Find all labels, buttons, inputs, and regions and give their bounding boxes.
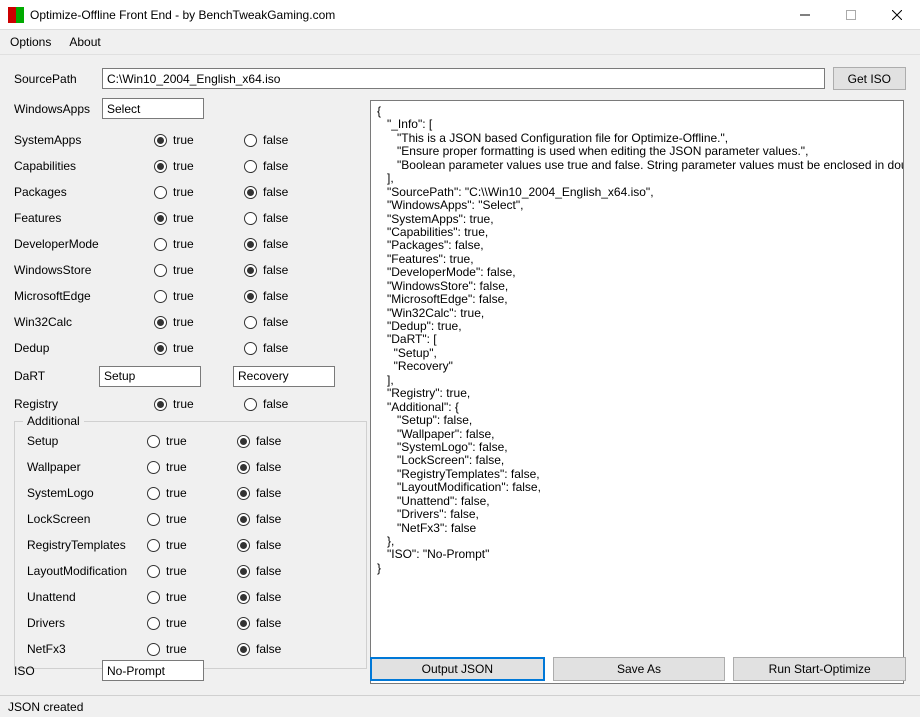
additional-unattend-label: Unattend [23, 590, 147, 604]
iso-label: ISO [14, 664, 102, 678]
registry-radio-true[interactable] [154, 398, 167, 411]
additional-netfx3-radio-true[interactable] [147, 643, 160, 656]
microsoftedge-label: MicrosoftEdge [14, 289, 154, 303]
additional-setup-radio-true[interactable] [147, 435, 160, 448]
status-text: JSON created [8, 700, 83, 714]
additional-registrytemplates-label: RegistryTemplates [23, 538, 147, 552]
developermode-label: DeveloperMode [14, 237, 154, 251]
window-title: Optimize-Offline Front End - by BenchTwe… [30, 8, 782, 22]
microsoftedge-radio-false[interactable] [244, 290, 257, 303]
maximize-button[interactable] [828, 0, 874, 30]
additional-wallpaper-radio-false[interactable] [237, 461, 250, 474]
dedup-radio-true[interactable] [154, 342, 167, 355]
dart-input-1[interactable] [99, 366, 201, 387]
additional-drivers-radio-true[interactable] [147, 617, 160, 630]
additional-setup-radio-false[interactable] [237, 435, 250, 448]
developermode-radio-false[interactable] [244, 238, 257, 251]
additional-netfx3-label: NetFx3 [23, 642, 147, 656]
additional-unattend-radio-true[interactable] [147, 591, 160, 604]
win32calc-label: Win32Calc [14, 315, 154, 329]
additional-netfx3-radio-false[interactable] [237, 643, 250, 656]
menu-about[interactable]: About [69, 35, 100, 49]
additional-wallpaper-label: Wallpaper [23, 460, 147, 474]
systemapps-radio-false[interactable] [244, 134, 257, 147]
additional-systemlogo-radio-false[interactable] [237, 487, 250, 500]
minimize-button[interactable] [782, 0, 828, 30]
packages-radio-false[interactable] [244, 186, 257, 199]
microsoftedge-radio-true[interactable] [154, 290, 167, 303]
save-as-button[interactable]: Save As [553, 657, 726, 681]
additional-layoutmodification-radio-false[interactable] [237, 565, 250, 578]
additional-setup-label: Setup [23, 434, 147, 448]
sourcepath-input[interactable] [102, 68, 825, 89]
additional-lockscreen-label: LockScreen [23, 512, 147, 526]
additional-registrytemplates-radio-true[interactable] [147, 539, 160, 552]
capabilities-radio-false[interactable] [244, 160, 257, 173]
statusbar: JSON created [0, 695, 920, 717]
systemapps-radio-true[interactable] [154, 134, 167, 147]
additional-lockscreen-radio-false[interactable] [237, 513, 250, 526]
additional-systemlogo-radio-true[interactable] [147, 487, 160, 500]
dedup-radio-false[interactable] [244, 342, 257, 355]
win32calc-radio-true[interactable] [154, 316, 167, 329]
dedup-label: Dedup [14, 341, 154, 355]
additional-systemlogo-label: SystemLogo [23, 486, 147, 500]
developermode-radio-true[interactable] [154, 238, 167, 251]
windowsapps-input[interactable] [102, 98, 204, 119]
win32calc-radio-false[interactable] [244, 316, 257, 329]
features-label: Features [14, 211, 154, 225]
dart-input-2[interactable] [233, 366, 335, 387]
close-button[interactable] [874, 0, 920, 30]
additional-drivers-label: Drivers [23, 616, 147, 630]
features-radio-false[interactable] [244, 212, 257, 225]
additional-legend: Additional [23, 414, 84, 428]
additional-lockscreen-radio-true[interactable] [147, 513, 160, 526]
windowsstore-radio-true[interactable] [154, 264, 167, 277]
windowsapps-label: WindowsApps [14, 102, 102, 116]
additional-unattend-radio-false[interactable] [237, 591, 250, 604]
packages-radio-true[interactable] [154, 186, 167, 199]
get-iso-button[interactable]: Get ISO [833, 67, 906, 90]
dart-label: DaRT [14, 369, 99, 383]
titlebar: Optimize-Offline Front End - by BenchTwe… [0, 0, 920, 30]
registry-label: Registry [14, 397, 154, 411]
additional-wallpaper-radio-true[interactable] [147, 461, 160, 474]
features-radio-true[interactable] [154, 212, 167, 225]
sourcepath-label: SourcePath [14, 72, 102, 86]
capabilities-label: Capabilities [14, 159, 154, 173]
windowsstore-label: WindowsStore [14, 263, 154, 277]
additional-fieldset: Additional SetuptruefalseWallpapertruefa… [14, 421, 367, 669]
iso-input[interactable] [102, 660, 204, 681]
output-json-button[interactable]: Output JSON [370, 657, 545, 681]
registry-radio-false[interactable] [244, 398, 257, 411]
windowsstore-radio-false[interactable] [244, 264, 257, 277]
capabilities-radio-true[interactable] [154, 160, 167, 173]
additional-layoutmodification-label: LayoutModification [23, 564, 147, 578]
menu-options[interactable]: Options [10, 35, 51, 49]
json-preview[interactable]: { "_Info": [ "This is a JSON based Confi… [370, 100, 904, 684]
additional-drivers-radio-false[interactable] [237, 617, 250, 630]
packages-label: Packages [14, 185, 154, 199]
menubar: Options About [0, 30, 920, 55]
additional-layoutmodification-radio-true[interactable] [147, 565, 160, 578]
run-start-optimize-button[interactable]: Run Start-Optimize [733, 657, 906, 681]
systemapps-label: SystemApps [14, 133, 154, 147]
additional-registrytemplates-radio-false[interactable] [237, 539, 250, 552]
app-icon [8, 7, 24, 23]
